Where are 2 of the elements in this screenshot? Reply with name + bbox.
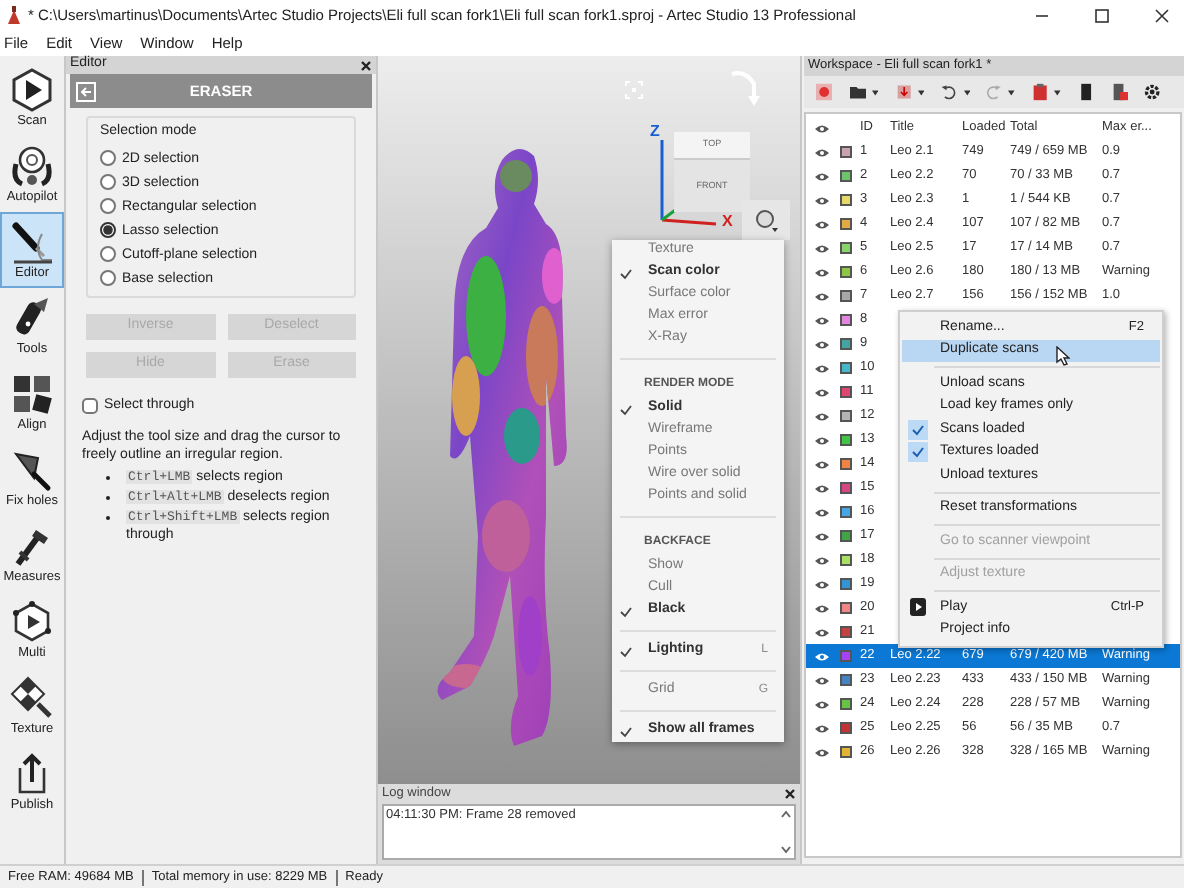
axis-label: Z (650, 120, 660, 144)
axis-label: X (722, 210, 733, 234)
